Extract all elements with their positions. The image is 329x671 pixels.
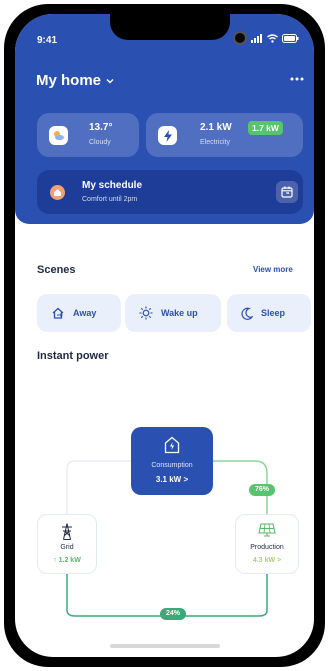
grid-value: ↑ 1.2 kW (53, 557, 81, 564)
screen: 9:41 My home 13.7° Cloudy 2.1 kW Electri… (15, 14, 314, 657)
scene-sleep-button[interactable]: Sleep (227, 294, 311, 332)
consumption-value: 3.1 kW > (155, 475, 189, 484)
home-selector[interactable]: My home (36, 72, 114, 89)
production-card[interactable]: Production 4.3 kW > (235, 514, 299, 574)
home-indicator (110, 644, 220, 648)
consumption-card[interactable]: Consumption 3.1 kW > (131, 427, 213, 495)
notch (110, 14, 230, 40)
house-power-icon (164, 436, 180, 459)
electricity-value: 2.1 kW (200, 122, 232, 133)
moon-icon (241, 307, 253, 320)
solar-panel-icon (236, 523, 298, 537)
power-badge: 1.7 kW (248, 121, 283, 135)
schedule-title: My schedule (82, 180, 143, 191)
schedule-subtitle: Comfort until 2pm (82, 196, 138, 203)
phone-frame: 9:41 My home 13.7° Cloudy 2.1 kW Electri… (4, 4, 325, 667)
calendar-icon (281, 186, 293, 198)
scene-wake-up-label: Wake up (161, 308, 198, 318)
grid-label: Grid (60, 544, 74, 551)
instant-power-title: Instant power (37, 350, 109, 362)
electricity-card[interactable]: 2.1 kW Electricity 1.7 kW (146, 113, 303, 157)
power-flow-diagram: Consumption 3.1 kW > Grid ↑ 1.2 kW Produ… (15, 374, 314, 634)
signal-icon (251, 34, 262, 43)
grid-tower-icon (38, 523, 96, 540)
consumption-label: Consumption (151, 462, 193, 469)
away-icon (52, 307, 64, 319)
status-time: 9:41 (37, 35, 58, 46)
production-label: Production (250, 544, 284, 551)
electricity-label: Electricity (200, 139, 230, 146)
scene-wake-up-button[interactable]: Wake up (125, 294, 221, 332)
battery-icon (282, 34, 299, 43)
scene-away-label: Away (73, 308, 97, 318)
grid-card[interactable]: Grid ↑ 1.2 kW (37, 514, 97, 574)
calendar-button[interactable] (276, 181, 298, 203)
camera-icon (233, 31, 247, 45)
scenes-title: Scenes (37, 264, 76, 276)
weather-card[interactable]: 13.7° Cloudy (37, 113, 139, 157)
home-icon (50, 185, 65, 200)
scene-sleep-label: Sleep (261, 308, 286, 318)
production-value: 4.3 kW > (252, 557, 282, 564)
scene-away-button[interactable]: Away (37, 294, 121, 332)
chevron-down-icon (106, 78, 114, 83)
status-icons (251, 34, 299, 43)
weather-condition: Cloudy (89, 139, 111, 146)
flow-lines (66, 460, 268, 617)
more-horizontal-icon (290, 77, 304, 81)
lightning-icon (158, 126, 177, 145)
weather-cloudy-icon (49, 126, 68, 145)
schedule-card[interactable]: My schedule Comfort until 2pm (37, 170, 303, 214)
grid-share-badge: 24% (160, 608, 187, 620)
sun-icon (139, 306, 153, 320)
page-title: My home (36, 72, 102, 89)
more-options-button[interactable] (288, 72, 306, 86)
production-share-badge: 76% (249, 484, 276, 496)
wifi-icon (267, 34, 278, 43)
header: 9:41 My home 13.7° Cloudy 2.1 kW Electri… (15, 14, 314, 224)
temperature-value: 13.7° (89, 122, 113, 133)
view-more-link[interactable]: View more (253, 265, 293, 274)
